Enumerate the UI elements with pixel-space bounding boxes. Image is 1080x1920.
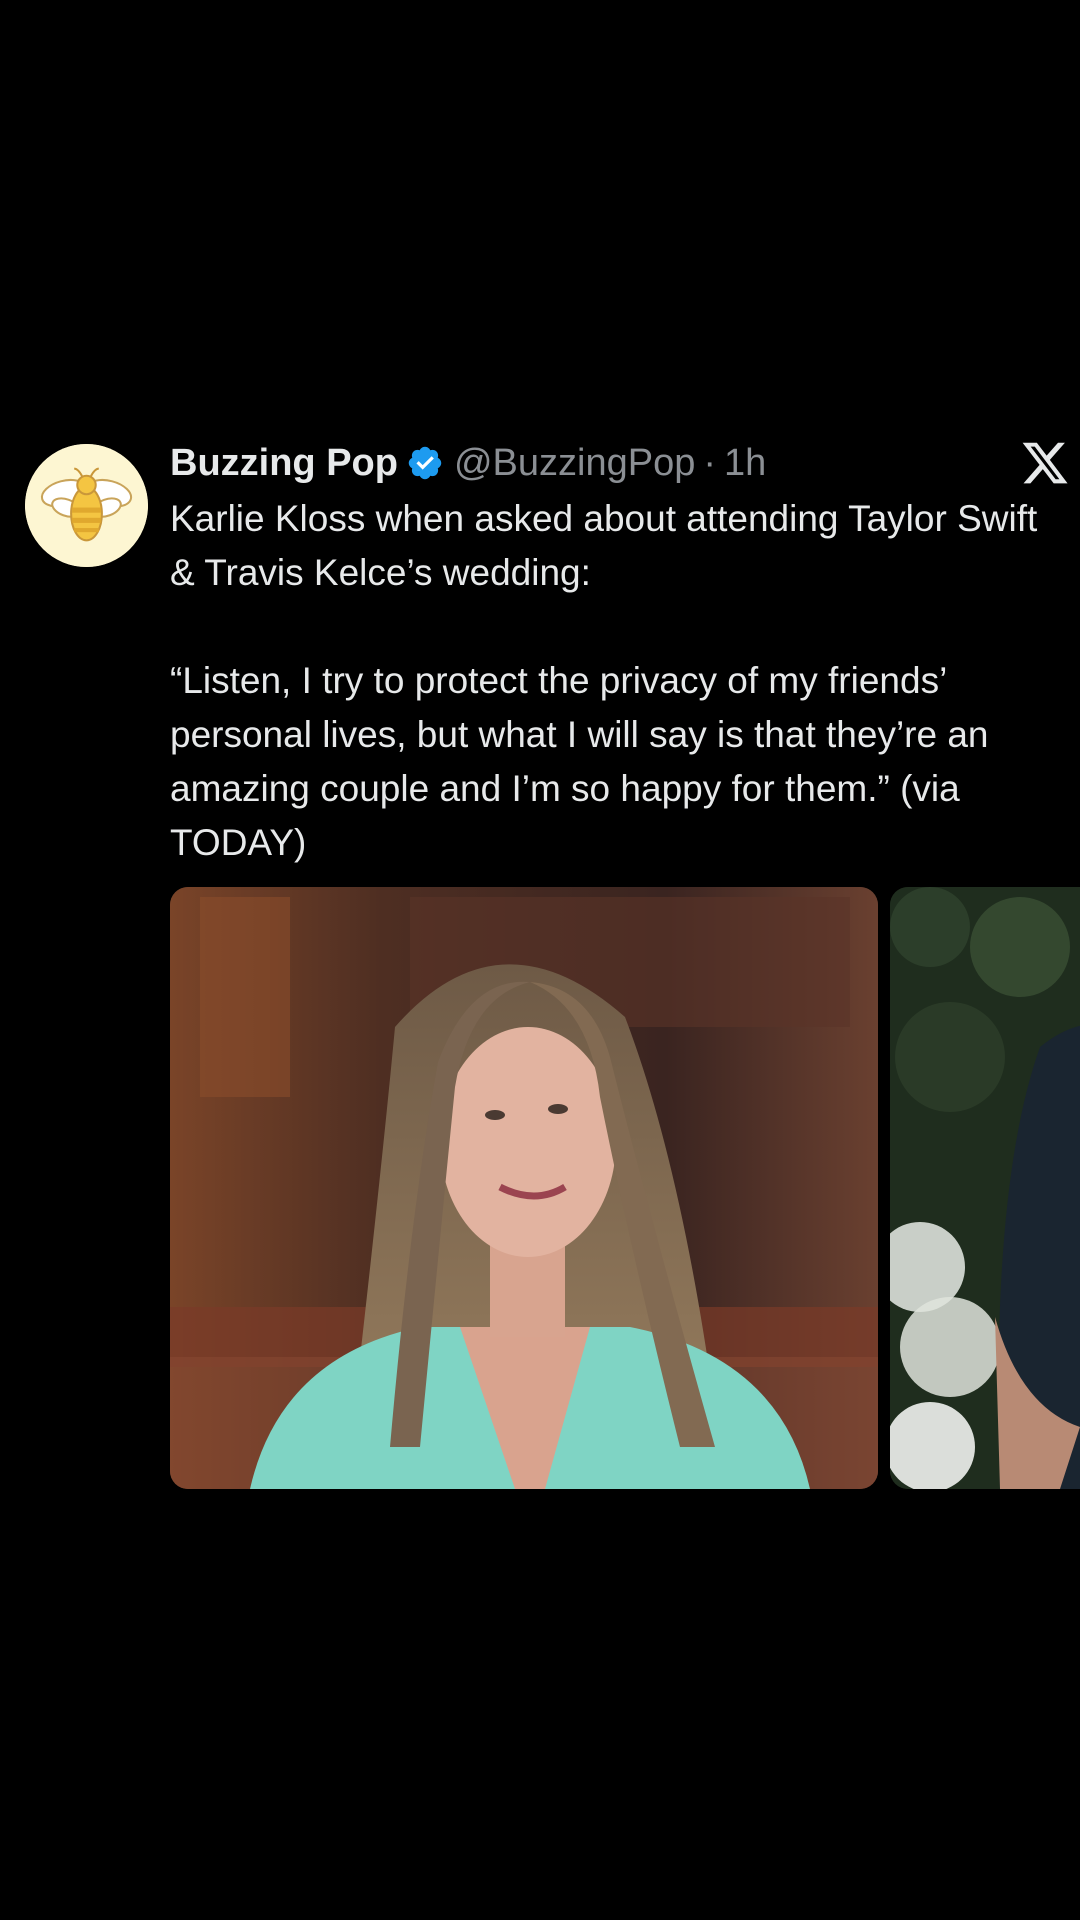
- x-logo-icon: [1020, 438, 1070, 488]
- verified-badge-icon: [406, 444, 444, 482]
- tweet-header: Buzzing Pop @BuzzingPop · 1h: [170, 438, 1070, 488]
- profile-avatar[interactable]: [25, 444, 148, 567]
- user-handle[interactable]: @BuzzingPop: [454, 442, 695, 485]
- screen: Buzzing Pop @BuzzingPop · 1h Karlie Klos…: [0, 0, 1080, 1920]
- separator-dot: ·: [703, 441, 717, 484]
- media-carousel[interactable]: [170, 887, 1080, 1489]
- media-photo-2[interactable]: [890, 887, 1080, 1489]
- tweet-content: Buzzing Pop @BuzzingPop · 1h Karlie Klos…: [170, 438, 1070, 870]
- tweet-card[interactable]: Buzzing Pop @BuzzingPop · 1h Karlie Klos…: [0, 438, 1080, 1498]
- post-time[interactable]: 1h: [724, 442, 766, 485]
- display-name[interactable]: Buzzing Pop: [170, 442, 398, 485]
- bee-icon: [25, 444, 148, 567]
- media-photo-1[interactable]: [170, 887, 878, 1489]
- tweet-text-quote: “Listen, I try to protect the privacy of…: [170, 660, 989, 863]
- tweet-text-intro: Karlie Kloss when asked about attending …: [170, 498, 1038, 593]
- tweet-text: Karlie Kloss when asked about attending …: [170, 492, 1070, 870]
